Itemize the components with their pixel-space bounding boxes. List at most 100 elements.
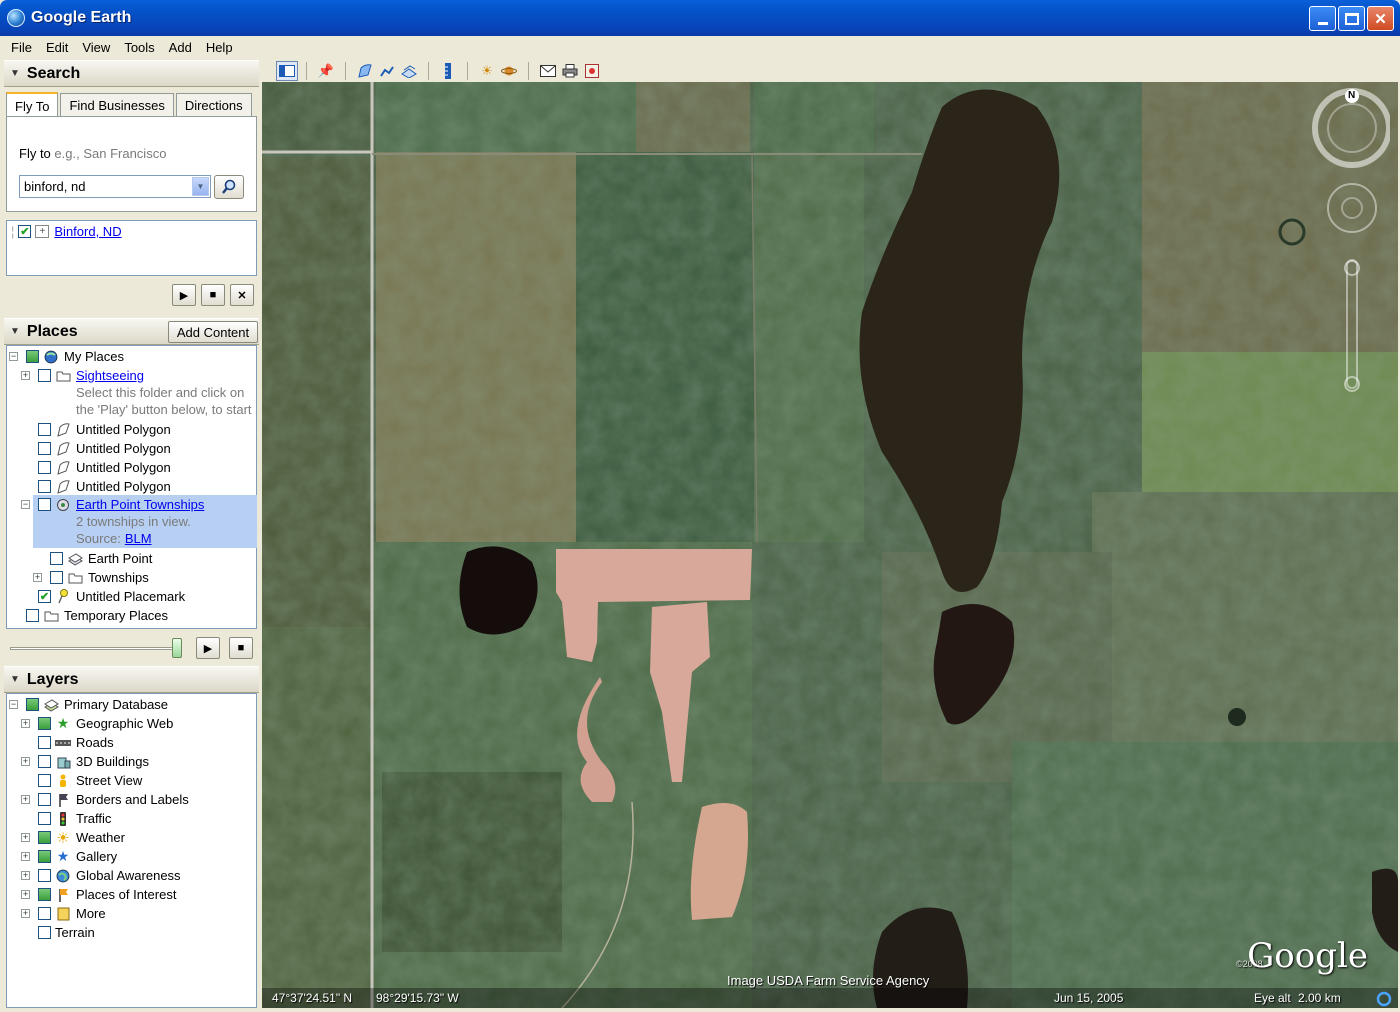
expand-toggle[interactable]: + xyxy=(33,573,42,582)
tab-find-businesses[interactable]: Find Businesses xyxy=(60,93,174,117)
print-button[interactable] xyxy=(559,61,581,81)
collapse-toggle[interactable]: − xyxy=(21,500,30,509)
layers-panel-header[interactable]: ▼ Layers xyxy=(4,666,259,693)
ept-checkbox[interactable] xyxy=(38,498,51,511)
tree-item-my-places[interactable]: − My Places xyxy=(9,347,124,366)
menu-add[interactable]: Add xyxy=(162,40,199,55)
navigation-controls[interactable] xyxy=(1310,88,1390,418)
layer-street-view[interactable]: Street View xyxy=(38,771,142,790)
layer-primary-database[interactable]: − Primary Database xyxy=(9,695,168,714)
ruler-button[interactable] xyxy=(437,61,459,81)
layer-borders-labels[interactable]: + Borders and Labels xyxy=(21,790,189,809)
my-places-checkbox[interactable] xyxy=(26,350,39,363)
add-placemark-button[interactable]: 📌 xyxy=(315,61,337,81)
earth-point-checkbox[interactable] xyxy=(50,552,63,565)
stop-tour-button[interactable]: ■ xyxy=(201,284,225,306)
minimize-button[interactable] xyxy=(1309,6,1336,31)
layer-terrain[interactable]: Terrain xyxy=(38,923,95,942)
collapse-toggle[interactable]: − xyxy=(9,700,18,709)
result-checkbox[interactable]: ✔ xyxy=(18,225,32,238)
layer-weather[interactable]: + ☀ Weather xyxy=(21,828,125,847)
add-path-button[interactable] xyxy=(376,61,398,81)
menu-tools[interactable]: Tools xyxy=(117,40,161,55)
layer-checkbox[interactable] xyxy=(38,850,51,863)
layer-places-of-interest[interactable]: + Places of Interest xyxy=(21,885,176,904)
title-bar[interactable]: Google Earth ✕ xyxy=(0,0,1400,36)
expand-toggle[interactable]: + xyxy=(21,795,30,804)
polygon-checkbox[interactable] xyxy=(38,442,51,455)
expand-toggle[interactable]: + xyxy=(21,871,30,880)
expand-toggle[interactable]: + xyxy=(21,371,30,380)
layer-checkbox[interactable] xyxy=(38,717,51,730)
layer-gallery[interactable]: + ★ Gallery xyxy=(21,847,117,866)
sunlight-button[interactable]: ☀ xyxy=(476,61,498,81)
layer-checkbox[interactable] xyxy=(38,755,51,768)
add-polygon-button[interactable] xyxy=(354,61,376,81)
tree-item-earth-point[interactable]: Earth Point xyxy=(50,549,152,568)
tree-item-polygon-3[interactable]: Untitled Polygon xyxy=(38,458,171,477)
ept-source-link[interactable]: BLM xyxy=(125,531,152,546)
ept-link[interactable]: Earth Point Townships xyxy=(76,497,204,512)
menu-help[interactable]: Help xyxy=(199,40,240,55)
polygon-checkbox[interactable] xyxy=(38,480,51,493)
layer-checkbox[interactable] xyxy=(38,907,51,920)
layer-checkbox[interactable] xyxy=(38,793,51,806)
tree-item-polygon-2[interactable]: Untitled Polygon xyxy=(38,439,171,458)
tour-slider-handle[interactable] xyxy=(172,638,182,658)
tour-slider-track[interactable] xyxy=(10,647,182,650)
tree-item-temporary-places[interactable]: Temporary Places xyxy=(26,606,168,625)
layer-roads[interactable]: Roads xyxy=(38,733,114,752)
tree-item-townships[interactable]: + Townships xyxy=(33,568,149,587)
tab-directions[interactable]: Directions xyxy=(175,93,252,117)
clear-results-button[interactable]: ✕ xyxy=(230,284,254,306)
play-tour-button[interactable]: ▶ xyxy=(172,284,196,306)
menu-view[interactable]: View xyxy=(75,40,117,55)
layer-checkbox[interactable] xyxy=(38,774,51,787)
expand-toggle[interactable]: + xyxy=(21,890,30,899)
stop-button[interactable]: ■ xyxy=(229,637,253,659)
layer-checkbox[interactable] xyxy=(38,888,51,901)
maximize-button[interactable] xyxy=(1338,6,1365,31)
tree-item-polygon-4[interactable]: Untitled Polygon xyxy=(38,477,171,496)
search-panel-header[interactable]: ▼ Search xyxy=(4,60,259,87)
menu-file[interactable]: File xyxy=(4,40,39,55)
map-view[interactable]: N Image USDA Farm Service Agency ©2008 G… xyxy=(262,82,1398,1008)
tab-fly-to[interactable]: Fly To xyxy=(6,92,59,118)
email-button[interactable] xyxy=(537,61,559,81)
townships-checkbox[interactable] xyxy=(50,571,63,584)
toggle-sidebar-button[interactable] xyxy=(276,61,298,81)
tree-item-polygon-1[interactable]: Untitled Polygon xyxy=(38,420,171,439)
result-row[interactable]: ¦ ✔ + Binford, ND xyxy=(11,222,122,241)
planets-button[interactable] xyxy=(498,61,520,81)
layer-checkbox[interactable] xyxy=(38,736,51,749)
close-button[interactable]: ✕ xyxy=(1367,6,1394,31)
tree-item-placemark[interactable]: ✔ Untitled Placemark xyxy=(38,587,185,606)
expand-toggle[interactable]: + xyxy=(21,833,30,842)
search-input[interactable]: binford, nd ▼ xyxy=(19,175,211,198)
layer-global-awareness[interactable]: + Global Awareness xyxy=(21,866,181,885)
expand-toggle[interactable]: + xyxy=(21,719,30,728)
expand-toggle[interactable]: + xyxy=(21,757,30,766)
layer-checkbox[interactable] xyxy=(38,812,51,825)
layer-checkbox[interactable] xyxy=(38,831,51,844)
temporary-checkbox[interactable] xyxy=(26,609,39,622)
add-image-overlay-button[interactable] xyxy=(398,61,420,81)
sightseeing-checkbox[interactable] xyxy=(38,369,51,382)
collapse-toggle[interactable]: − xyxy=(9,352,18,361)
add-content-button[interactable]: Add Content xyxy=(168,321,258,343)
menu-edit[interactable]: Edit xyxy=(39,40,75,55)
expand-toggle[interactable]: + xyxy=(21,852,30,861)
expand-toggle[interactable]: + xyxy=(21,909,30,918)
dropdown-arrow-icon[interactable]: ▼ xyxy=(192,177,209,196)
layer-checkbox[interactable] xyxy=(26,698,39,711)
layer-3d-buildings[interactable]: + 3D Buildings xyxy=(21,752,149,771)
layer-more[interactable]: + More xyxy=(21,904,106,923)
layer-checkbox[interactable] xyxy=(38,926,51,939)
search-button[interactable] xyxy=(214,175,244,199)
placemark-checkbox[interactable]: ✔ xyxy=(38,590,51,603)
layer-traffic[interactable]: Traffic xyxy=(38,809,111,828)
sightseeing-link[interactable]: Sightseeing xyxy=(76,368,144,383)
result-link[interactable]: Binford, ND xyxy=(54,224,121,239)
layer-geographic-web[interactable]: + ★ Geographic Web xyxy=(21,714,173,733)
polygon-checkbox[interactable] xyxy=(38,461,51,474)
